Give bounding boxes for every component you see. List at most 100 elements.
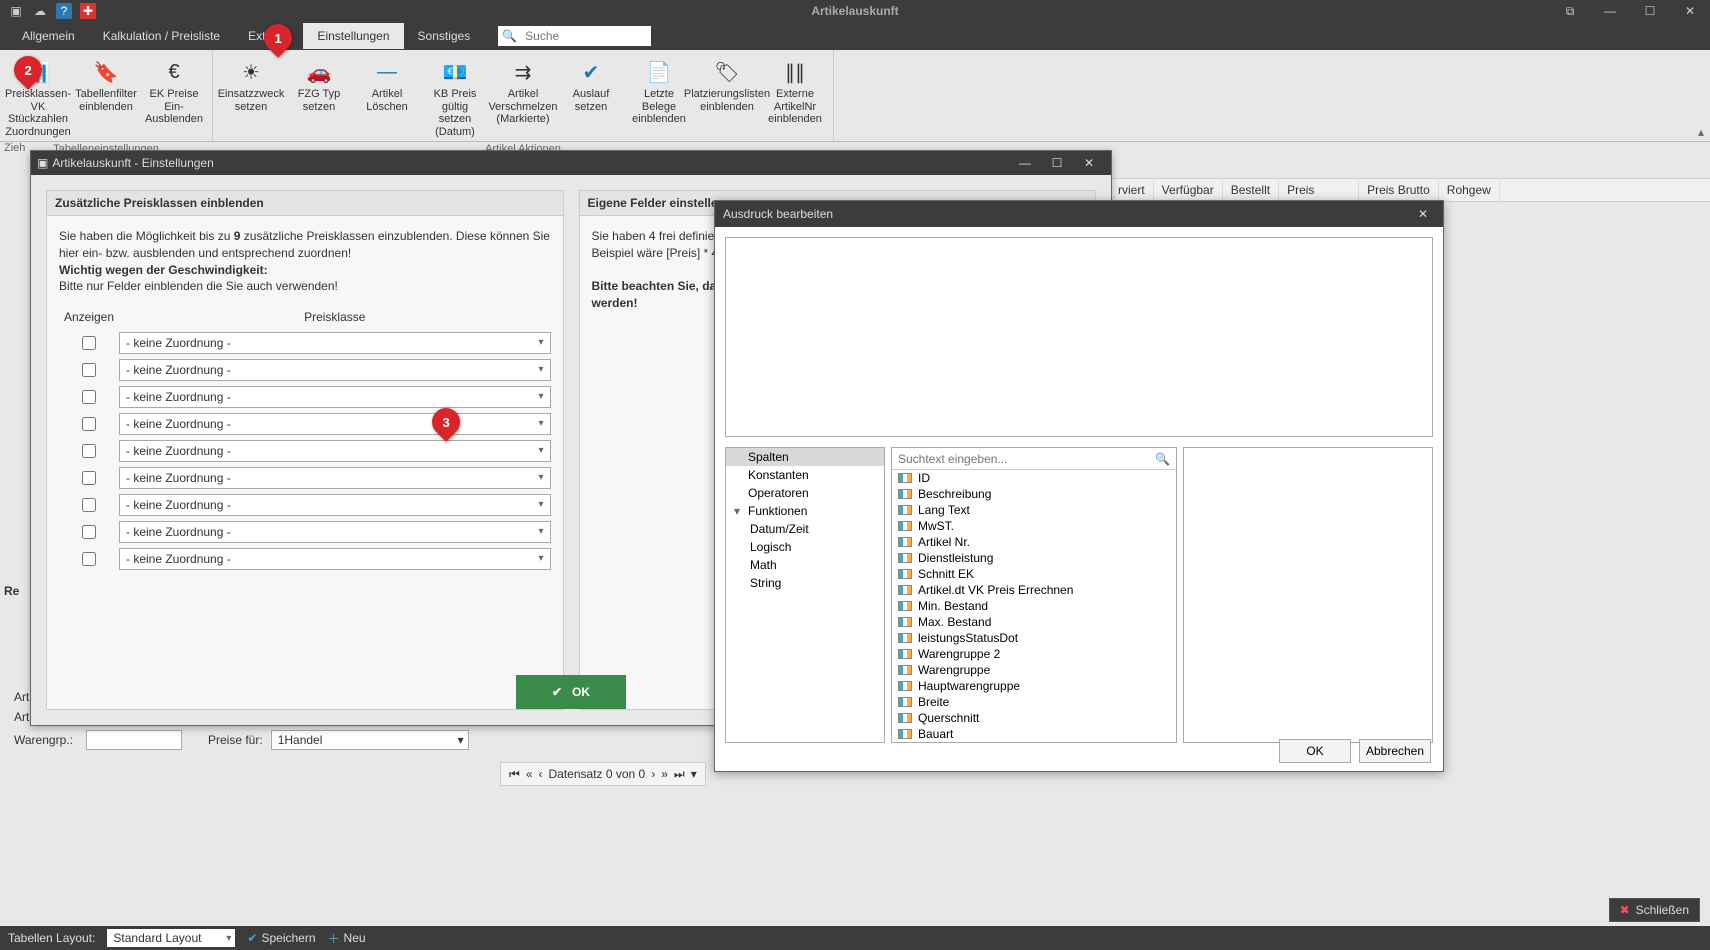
dialog-maximize-icon[interactable]: ☐ <box>1041 156 1073 170</box>
new-layout-button[interactable]: ＋Neu <box>328 930 366 947</box>
window-maximize-icon[interactable]: ☐ <box>1630 0 1670 22</box>
window-restore-icon[interactable]: ⧉ <box>1550 0 1590 22</box>
ribbon-tabellenfilter[interactable]: 🔖Tabellenfilter einblenden <box>74 54 138 141</box>
pager-prevpage-icon[interactable]: « <box>526 767 533 781</box>
help-icon[interactable]: ? <box>56 3 72 19</box>
col-rohgew[interactable]: Rohgew <box>1439 179 1500 201</box>
pk-select[interactable]: - keine Zuordnung - <box>119 332 551 354</box>
pk-show-checkbox[interactable] <box>82 552 96 566</box>
expression-close-icon[interactable]: ✕ <box>1411 207 1435 221</box>
column-item[interactable]: Hauptwarengruppe <box>892 678 1176 694</box>
search-input[interactable] <box>519 26 647 46</box>
ribbon-letzte-belege[interactable]: 📄Letzte Belege einblenden <box>627 54 691 141</box>
tree-funktionen[interactable]: ▾Funktionen <box>726 502 884 520</box>
column-item[interactable]: ID <box>892 470 1176 486</box>
col-verfuegbar[interactable]: Verfügbar <box>1154 179 1223 201</box>
pk-show-checkbox[interactable] <box>82 498 96 512</box>
column-item[interactable]: Schnitt EK <box>892 566 1176 582</box>
ribbon-platzierungslisten[interactable]: 🏷Platzierungslisten einblenden <box>695 54 759 141</box>
save-layout-button[interactable]: ✔Speichern <box>247 931 315 945</box>
ribbon-verschmelzen[interactable]: ⇉Artikel Verschmelzen (Markierte) <box>491 54 555 141</box>
pk-show-checkbox[interactable] <box>82 417 96 431</box>
column-item[interactable]: Breite <box>892 694 1176 710</box>
tree-logisch[interactable]: Logisch <box>726 538 884 556</box>
menu-kalkulation[interactable]: Kalkulation / Preisliste <box>89 23 234 49</box>
pk-select[interactable]: - keine Zuordnung - <box>119 494 551 516</box>
col-preis[interactable]: Preis <box>1279 179 1359 201</box>
pk-show-checkbox[interactable] <box>82 336 96 350</box>
column-item[interactable]: MwST. <box>892 518 1176 534</box>
column-item[interactable]: Lang Text <box>892 502 1176 518</box>
ribbon-auslauf[interactable]: ✔Auslauf setzen <box>559 54 623 141</box>
col-preis-brutto[interactable]: Preis Brutto <box>1359 179 1439 201</box>
menu-sonstiges[interactable]: Sonstiges <box>404 23 485 49</box>
column-item[interactable]: Bauart <box>892 726 1176 742</box>
pk-show-checkbox[interactable] <box>82 444 96 458</box>
col-reserviert[interactable]: rviert <box>1110 179 1154 201</box>
tree-konstanten[interactable]: Konstanten <box>726 466 884 484</box>
pk-select[interactable]: - keine Zuordnung - <box>119 413 551 435</box>
window-title: Artikelauskunft <box>811 4 898 18</box>
ribbon-collapse-icon[interactable]: ▴ <box>1692 50 1710 141</box>
pk-show-checkbox[interactable] <box>82 525 96 539</box>
pk-select[interactable]: - keine Zuordnung - <box>119 440 551 462</box>
pk-select[interactable]: - keine Zuordnung - <box>119 467 551 489</box>
expression-textarea[interactable] <box>725 237 1433 437</box>
ribbon-externe-nr[interactable]: ∥∥Externe ArtikelNr einblenden <box>763 54 827 141</box>
art-label-2: Art <box>14 710 29 724</box>
ribbon-einsatzzweck[interactable]: ☀Einsatzzweck setzen <box>219 54 283 141</box>
column-item[interactable]: Dienstleistung <box>892 550 1176 566</box>
window-minimize-icon[interactable]: — <box>1590 0 1630 22</box>
pager-prev-icon[interactable]: ‹ <box>539 767 543 781</box>
pk-show-checkbox[interactable] <box>82 363 96 377</box>
pager-last-icon[interactable]: ⏭ <box>674 767 685 782</box>
expression-ok-button[interactable]: OK <box>1279 739 1351 763</box>
pager-first-icon[interactable]: ⏮ <box>509 767 520 782</box>
pk-show-checkbox[interactable] <box>82 390 96 404</box>
search-wrap: 🔍 <box>498 26 651 46</box>
column-item[interactable]: Querschnitt <box>892 710 1176 726</box>
column-item[interactable]: Warengruppe 2 <box>892 646 1176 662</box>
ok-button[interactable]: ✔ OK <box>516 675 626 709</box>
layout-select[interactable]: Standard Layout <box>107 929 235 947</box>
dialog-minimize-icon[interactable]: — <box>1009 156 1041 170</box>
pager-filter-icon[interactable]: ▾ <box>691 767 697 781</box>
ribbon-kbpreis[interactable]: 💶KB Preis gültig setzen (Datum) <box>423 54 487 141</box>
tree-math[interactable]: Math <box>726 556 884 574</box>
column-item[interactable]: Warengruppe <box>892 662 1176 678</box>
pk-select[interactable]: - keine Zuordnung - <box>119 386 551 408</box>
flag-icon[interactable]: ✚ <box>80 3 96 19</box>
column-item[interactable]: Beschreibung <box>892 486 1176 502</box>
tree-datumzeit[interactable]: Datum/Zeit <box>726 520 884 538</box>
search-icon[interactable]: 🔍 <box>1155 452 1170 466</box>
column-item[interactable]: Artikel Nr. <box>892 534 1176 550</box>
tree-string[interactable]: String <box>726 574 884 592</box>
expression-cancel-button[interactable]: Abbrechen <box>1359 739 1431 763</box>
dialog-close-icon[interactable]: ✕ <box>1073 156 1105 170</box>
column-item[interactable]: Artikel.dt VK Preis Errechnen <box>892 582 1176 598</box>
window-close-icon[interactable]: ✕ <box>1670 0 1710 22</box>
expression-search-input[interactable] <box>898 452 1155 466</box>
ribbon-ekpreise[interactable]: €EK Preise Ein- Ausblenden <box>142 54 206 141</box>
menu-einstellungen[interactable]: Einstellungen <box>303 23 403 49</box>
pk-select[interactable]: - keine Zuordnung - <box>119 548 551 570</box>
ribbon-fzgtyp[interactable]: 🚗FZG Typ setzen <box>287 54 351 141</box>
pk-show-checkbox[interactable] <box>82 471 96 485</box>
tree-spalten[interactable]: Spalten <box>726 448 884 466</box>
col-bestellt[interactable]: Bestellt <box>1223 179 1279 201</box>
menu-allgemein[interactable]: Allgemein <box>8 23 89 49</box>
column-item[interactable]: leistungsStatusDot <box>892 630 1176 646</box>
statusbar: Tabellen Layout: Standard Layout ✔Speich… <box>0 926 1710 950</box>
close-button[interactable]: ✖ Schließen <box>1609 898 1700 922</box>
ribbon-group-aktionen: ☀Einsatzzweck setzen 🚗FZG Typ setzen —Ar… <box>213 50 834 141</box>
pager-nextpage-icon[interactable]: » <box>661 767 668 781</box>
column-item[interactable]: Max. Bestand <box>892 614 1176 630</box>
pager-next-icon[interactable]: › <box>651 767 655 781</box>
tree-operatoren[interactable]: Operatoren <box>726 484 884 502</box>
pk-select[interactable]: - keine Zuordnung - <box>119 521 551 543</box>
preise-fuer-select[interactable]: 1Handel▾ <box>271 730 469 750</box>
pk-select[interactable]: - keine Zuordnung - <box>119 359 551 381</box>
column-item[interactable]: Min. Bestand <box>892 598 1176 614</box>
ribbon-artikel-loeschen[interactable]: —Artikel Löschen <box>355 54 419 141</box>
warengrp-input[interactable] <box>86 730 182 750</box>
